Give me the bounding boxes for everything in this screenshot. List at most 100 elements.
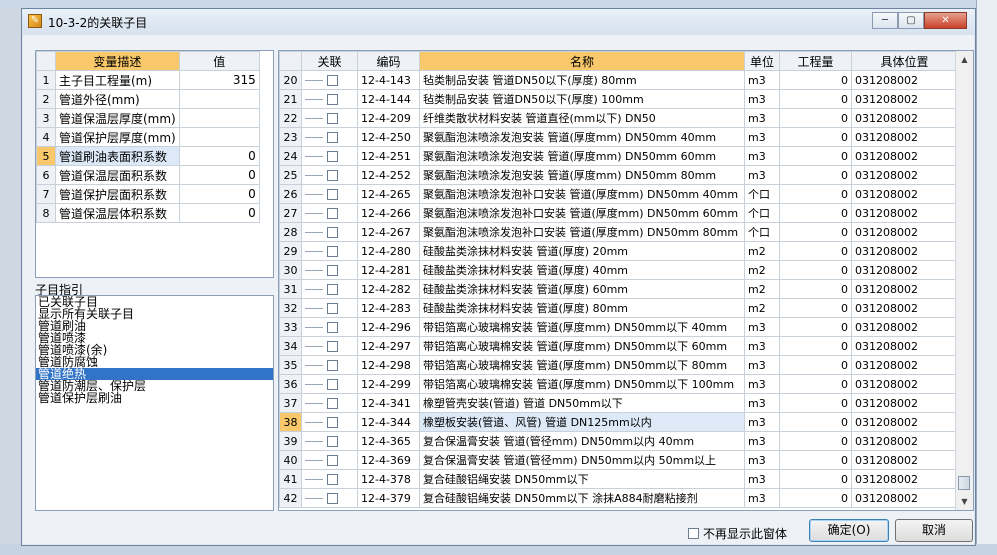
variable-row[interactable]: 2 管道外径(mm) (36, 89, 260, 109)
variable-row[interactable]: 5 管道刷油表面积系数 0 (36, 146, 260, 166)
link-checkbox[interactable] (327, 94, 338, 105)
item-row[interactable]: 20 12-4-143 毡类制品安装 管道DN50以下(厚度) 80mm m3 0 031… (279, 70, 958, 90)
link-checkbox[interactable] (327, 265, 338, 276)
item-row[interactable]: 25 12-4-252 聚氨酯泡沫喷涂发泡安装 管道(厚度mm) DN50mm 80… (279, 165, 958, 185)
link-checkbox[interactable] (327, 303, 338, 314)
quantity-cell[interactable]: 0 (779, 469, 852, 489)
variable-row[interactable]: 6 管道保温层面积系数 0 (36, 165, 260, 185)
item-row[interactable]: 31 12-4-282 硅酸盐类涂抹材料安装 管道(厚度) 60mm m2 0 03120… (279, 279, 958, 299)
item-row[interactable]: 37 12-4-341 橡塑管壳安装(管道) 管道 DN50mm以下 m3 0 03120… (279, 393, 958, 413)
variable-value-cell[interactable]: 0 (178, 146, 260, 166)
link-checkbox[interactable] (327, 436, 338, 447)
item-row[interactable]: 22 12-4-209 纤维类散状材料安装 管道直径(mm以下) DN50 m3 0 03… (279, 108, 958, 128)
title-bar[interactable]: ✎ 10-3-2的关联子目 ─ ▢ ✕ (22, 9, 975, 35)
item-row[interactable]: 27 12-4-266 聚氨酯泡沫喷涂发泡补口安装 管道(厚度mm) DN50mm … (279, 203, 958, 223)
item-row[interactable]: 38 12-4-344 橡塑板安装(管道、风管) 管道 DN125mm以内 m3 0 03… (279, 412, 958, 432)
link-cell[interactable] (301, 260, 358, 280)
close-button[interactable]: ✕ (924, 12, 967, 29)
link-cell[interactable] (301, 89, 358, 109)
quantity-cell[interactable]: 0 (779, 298, 852, 318)
variable-value-cell[interactable] (178, 108, 260, 128)
link-checkbox[interactable] (327, 75, 338, 86)
item-row[interactable]: 34 12-4-297 带铝箔离心玻璃棉安装 管道(厚度mm) DN50mm以下 6… (279, 336, 958, 356)
quantity-cell[interactable]: 0 (779, 279, 852, 299)
no-show-checkbox[interactable] (688, 528, 699, 539)
link-cell[interactable] (301, 184, 358, 204)
item-row[interactable]: 35 12-4-298 带铝箔离心玻璃棉安装 管道(厚度mm) DN50mm以下 8… (279, 355, 958, 375)
quantity-cell[interactable]: 0 (779, 488, 852, 508)
ok-button[interactable]: 确定(O) (809, 519, 889, 542)
item-row[interactable]: 36 12-4-299 带铝箔离心玻璃棉安装 管道(厚度mm) DN50mm以下 1… (279, 374, 958, 394)
variable-value-cell[interactable]: 0 (178, 184, 260, 204)
item-row[interactable]: 29 12-4-280 硅酸盐类涂抹材料安装 管道(厚度) 20mm m2 0 03120… (279, 241, 958, 261)
item-row[interactable]: 21 12-4-144 毡类制品安装 管道DN50以下(厚度) 100mm m3 0 03… (279, 89, 958, 109)
header-name[interactable]: 名称 (419, 51, 745, 71)
item-row[interactable]: 24 12-4-251 聚氨酯泡沫喷涂发泡安装 管道(厚度mm) DN50mm 60… (279, 146, 958, 166)
link-checkbox[interactable] (327, 284, 338, 295)
quantity-cell[interactable]: 0 (779, 393, 852, 413)
link-cell[interactable] (301, 108, 358, 128)
item-row[interactable]: 39 12-4-365 复合保温膏安装 管道(管径mm) DN50mm以内 40mm… (279, 431, 958, 451)
scroll-down-icon[interactable]: ▼ (956, 493, 973, 510)
quantity-cell[interactable]: 0 (779, 336, 852, 356)
link-checkbox[interactable] (327, 360, 338, 371)
variable-value-cell[interactable] (178, 127, 260, 147)
scroll-thumb[interactable] (958, 476, 970, 490)
items-scrollbar[interactable]: ▲ ▼ (955, 51, 973, 510)
scroll-up-icon[interactable]: ▲ (956, 51, 973, 68)
header-variable-desc[interactable]: 变量描述 (55, 51, 180, 71)
link-checkbox[interactable] (327, 398, 338, 409)
quantity-cell[interactable]: 0 (779, 317, 852, 337)
item-row[interactable]: 26 12-4-265 聚氨酯泡沫喷涂发泡补口安装 管道(厚度mm) DN50mm … (279, 184, 958, 204)
variable-row[interactable]: 3 管道保温层厚度(mm) (36, 108, 260, 128)
link-checkbox[interactable] (327, 151, 338, 162)
link-cell[interactable] (301, 336, 358, 356)
header-quantity[interactable]: 工程量 (779, 51, 852, 71)
link-checkbox[interactable] (327, 455, 338, 466)
link-checkbox[interactable] (327, 132, 338, 143)
quantity-cell[interactable]: 0 (779, 165, 852, 185)
item-row[interactable]: 28 12-4-267 聚氨酯泡沫喷涂发泡补口安装 管道(厚度mm) DN50mm … (279, 222, 958, 242)
variable-value-cell[interactable]: 0 (178, 165, 260, 185)
link-checkbox[interactable] (327, 189, 338, 200)
link-cell[interactable] (301, 298, 358, 318)
link-cell[interactable] (301, 241, 358, 261)
link-cell[interactable] (301, 488, 358, 508)
link-cell[interactable] (301, 203, 358, 223)
variable-value-cell[interactable]: 315 (178, 70, 260, 90)
link-checkbox[interactable] (327, 474, 338, 485)
cancel-button[interactable]: 取消 (895, 519, 973, 542)
item-row[interactable]: 33 12-4-296 带铝箔离心玻璃棉安装 管道(厚度mm) DN50mm以下 4… (279, 317, 958, 337)
header-value[interactable]: 值 (178, 51, 260, 71)
variable-row[interactable]: 4 管道保护层厚度(mm) (36, 127, 260, 147)
link-checkbox[interactable] (327, 341, 338, 352)
link-checkbox[interactable] (327, 170, 338, 181)
link-cell[interactable] (301, 146, 358, 166)
quantity-cell[interactable]: 0 (779, 412, 852, 432)
quantity-cell[interactable]: 0 (779, 89, 852, 109)
quantity-cell[interactable]: 0 (779, 108, 852, 128)
link-cell[interactable] (301, 469, 358, 489)
header-location[interactable]: 具体位置 (851, 51, 958, 71)
variable-row[interactable]: 8 管道保温层体积系数 0 (36, 203, 260, 223)
maximize-button[interactable]: ▢ (898, 12, 924, 29)
quantity-cell[interactable]: 0 (779, 241, 852, 261)
quantity-cell[interactable]: 0 (779, 355, 852, 375)
item-row[interactable]: 42 12-4-379 复合硅酸铝绳安装 DN50mm以下 涂抹A884耐磨粘接剂 m… (279, 488, 958, 508)
quantity-cell[interactable]: 0 (779, 146, 852, 166)
link-cell[interactable] (301, 222, 358, 242)
hint-item[interactable]: 管道保护层刷油 (36, 392, 273, 404)
item-row[interactable]: 23 12-4-250 聚氨酯泡沫喷涂发泡安装 管道(厚度mm) DN50mm 40… (279, 127, 958, 147)
link-checkbox[interactable] (327, 322, 338, 333)
link-cell[interactable] (301, 450, 358, 470)
quantity-cell[interactable]: 0 (779, 184, 852, 204)
variable-value-cell[interactable] (178, 89, 260, 109)
item-row[interactable]: 30 12-4-281 硅酸盐类涂抹材料安装 管道(厚度) 40mm m2 0 03120… (279, 260, 958, 280)
link-checkbox[interactable] (327, 246, 338, 257)
link-cell[interactable] (301, 412, 358, 432)
link-checkbox[interactable] (327, 379, 338, 390)
link-checkbox[interactable] (327, 113, 338, 124)
item-row[interactable]: 40 12-4-369 复合保温膏安装 管道(管径mm) DN50mm以内 50mm… (279, 450, 958, 470)
link-checkbox[interactable] (327, 493, 338, 504)
link-cell[interactable] (301, 317, 358, 337)
